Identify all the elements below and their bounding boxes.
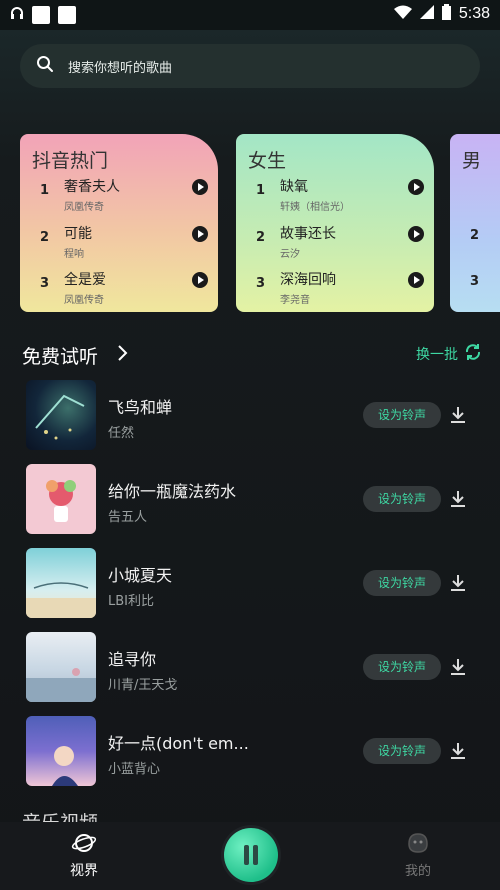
track-title: 追寻你 <box>108 650 157 669</box>
search-placeholder: 搜索你想听的歌曲 <box>68 60 173 76</box>
list-item[interactable]: 追寻你 川青/王天戈 设为铃声 <box>0 628 500 712</box>
download-icon[interactable] <box>449 658 467 680</box>
list-item[interactable]: 1 奢香夫人 凤凰传奇 <box>20 176 218 216</box>
list-item[interactable]: 2 故事还长 云汐 <box>236 223 434 263</box>
rank-number: 3 <box>256 276 266 291</box>
list-item[interactable]: 2 可能 程响 <box>20 223 218 263</box>
track-title: 小城夏天 <box>108 566 173 585</box>
song-artist: 轩姨（相信光） <box>280 202 350 213</box>
album-cover <box>26 716 96 786</box>
track-artist: 告五人 <box>108 510 148 525</box>
section-title[interactable]: 免费试听 <box>22 342 98 369</box>
album-cover <box>26 632 96 702</box>
list-item[interactable]: 给你一瓶魔法药水 告五人 设为铃声 <box>0 460 500 544</box>
set-ringtone-button[interactable]: 设为铃声 <box>363 402 441 428</box>
download-icon[interactable] <box>449 490 467 512</box>
album-cover <box>26 380 96 450</box>
song-artist: 李尧音 <box>280 295 310 306</box>
play-icon[interactable] <box>408 272 424 288</box>
tab-mine[interactable]: 我的 <box>398 832 438 879</box>
song-artist: 云汐 <box>280 249 300 260</box>
notification-icon <box>32 5 50 24</box>
card-male-partial[interactable]: 男 2 3 <box>450 134 500 312</box>
now-playing-button[interactable] <box>224 828 278 882</box>
clock: 5:38 <box>458 5 490 22</box>
planet-icon <box>71 834 97 858</box>
list-item[interactable]: 小城夏天 LBI利比 设为铃声 <box>0 544 500 628</box>
rank-number: 2 <box>470 228 480 243</box>
song-title: 奢香夫人 <box>64 179 120 195</box>
song-artist: 凤凰传奇 <box>64 295 104 306</box>
track-title: 给你一瓶魔法药水 <box>108 482 237 501</box>
set-ringtone-button[interactable]: 设为铃声 <box>363 738 441 764</box>
card-title: 男 <box>462 150 482 172</box>
song-title: 全是爱 <box>64 272 106 288</box>
rank-number: 1 <box>256 183 266 198</box>
list-item[interactable]: 3 深海回响 李尧音 <box>236 269 434 309</box>
notification-icon <box>58 5 76 24</box>
list-item[interactable]: 1 缺氧 轩姨（相信光） <box>236 176 434 216</box>
card-female[interactable]: 女生 1 缺氧 轩姨（相信光） 2 故事还长 云汐 3 深海回响 李尧音 <box>236 134 434 312</box>
battery-icon <box>441 4 451 24</box>
play-icon[interactable] <box>408 179 424 195</box>
card-title: 抖音热门 <box>32 150 109 172</box>
tab-label: 我的 <box>404 864 431 879</box>
song-title: 可能 <box>64 226 92 242</box>
headphones-icon <box>10 5 24 24</box>
track-artist: 小蓝背心 <box>108 762 161 777</box>
list-item[interactable]: 好一点(don't em... 小蓝背心 设为铃声 <box>0 712 500 796</box>
free-preview-header: 免费试听 换一批 <box>22 340 482 368</box>
play-icon[interactable] <box>192 272 208 288</box>
song-artist: 凤凰传奇 <box>64 202 104 213</box>
song-title: 故事还长 <box>280 226 336 242</box>
set-ringtone-button[interactable]: 设为铃声 <box>363 654 441 680</box>
list-item[interactable]: 飞鸟和蝉 任然 设为铃声 <box>0 376 500 460</box>
song-artist: 程响 <box>64 249 84 260</box>
search-icon <box>36 55 54 77</box>
list-item[interactable]: 3 全是爱 凤凰传奇 <box>20 269 218 309</box>
tab-discover[interactable]: 视界 <box>64 832 104 880</box>
song-title: 缺氧 <box>280 179 308 195</box>
album-cover <box>26 548 96 618</box>
play-icon[interactable] <box>408 226 424 242</box>
rank-number: 2 <box>40 230 50 245</box>
rank-number: 2 <box>256 230 266 245</box>
set-ringtone-button[interactable]: 设为铃声 <box>363 570 441 596</box>
set-ringtone-button[interactable]: 设为铃声 <box>363 486 441 512</box>
album-cover <box>26 464 96 534</box>
play-icon[interactable] <box>192 226 208 242</box>
face-icon <box>406 833 430 858</box>
download-icon[interactable] <box>449 742 467 764</box>
tab-label: 视界 <box>70 863 98 879</box>
play-icon[interactable] <box>192 179 208 195</box>
track-title: 好一点(don't em... <box>108 734 249 753</box>
status-bar: 5:38 <box>0 0 500 30</box>
wifi-icon <box>393 5 412 23</box>
track-artist: 川青/王天戈 <box>108 678 178 693</box>
download-icon[interactable] <box>449 574 467 596</box>
card-douyin-hot[interactable]: 抖音热门 1 奢香夫人 凤凰传奇 2 可能 程响 3 全是爱 凤凰传奇 <box>20 134 218 312</box>
track-title: 飞鸟和蝉 <box>108 398 173 417</box>
refresh-icon[interactable] <box>464 343 482 365</box>
card-title: 女生 <box>248 150 287 172</box>
refresh-button[interactable]: 换一批 <box>416 344 458 364</box>
download-icon[interactable] <box>449 406 467 428</box>
rank-number: 3 <box>470 274 480 289</box>
track-artist: LBI利比 <box>108 594 154 609</box>
rank-number: 1 <box>40 183 50 198</box>
rank-number: 3 <box>40 276 50 291</box>
song-title: 深海回响 <box>280 272 336 288</box>
track-artist: 任然 <box>108 426 135 441</box>
search-bar[interactable]: 搜索你想听的歌曲 <box>20 44 480 88</box>
chevron-right-icon[interactable] <box>116 344 128 366</box>
chart-cards: 抖音热门 1 奢香夫人 凤凰传奇 2 可能 程响 3 全是爱 凤凰传奇 女生 1… <box>20 134 500 314</box>
signal-icon <box>419 5 434 23</box>
